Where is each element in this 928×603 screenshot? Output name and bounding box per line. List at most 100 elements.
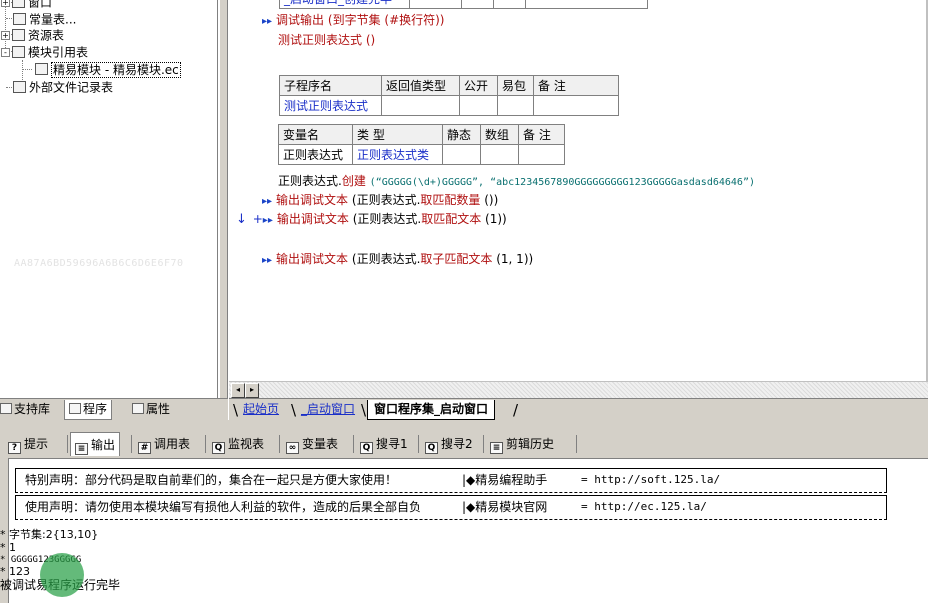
vertical-splitter[interactable] (219, 0, 228, 398)
tree-item-window[interactable]: + 窗口 (1, 0, 52, 10)
code-line-create[interactable]: 正则表达式.创建 (“GGGGG(\d+)GGGGG”, “abc1234567… (278, 173, 755, 189)
notice-site: |◆精易编程助手 (462, 473, 548, 487)
code-func: 输出调试文本 (276, 252, 349, 266)
notice-site: |◆精易模块官网 (462, 500, 548, 514)
resources-icon (12, 29, 25, 41)
tab-window-assembly[interactable]: 窗口程序集_启动窗口 (367, 400, 496, 420)
col-header: 公开 (459, 75, 498, 96)
tree-item-constants[interactable]: 常量表... (13, 11, 76, 27)
search-icon: Q (425, 442, 438, 454)
tab-variable-table[interactable]: ∞ 变量表 (282, 432, 342, 456)
code-call-text: 测试正则表达式 () (278, 33, 376, 47)
notice-url[interactable]: = http://soft.125.la/ (581, 469, 720, 491)
expand-toggle[interactable]: + (1, 31, 10, 40)
notice-row: 特别声明：部分代码是取自前辈们的，集合在一起只是方便大家使用！ |◆精易编程助手… (15, 468, 887, 493)
module-file-icon (35, 63, 48, 75)
horizontal-scrollbar[interactable]: ◂ ▸ (229, 381, 928, 398)
library-icon (0, 403, 12, 414)
notice-row: 使用声明：请勿使用本模块编写有损他人利益的软件，造成的后果全部自负 |◆精易模块… (15, 495, 887, 520)
output-icon: ≡ (75, 443, 88, 455)
code-object: (正则表达式. (352, 212, 422, 226)
tab-search-1[interactable]: Q 搜寻1 (356, 432, 412, 456)
tab-label: 监视表 (228, 437, 265, 451)
code-method: 创建 (341, 174, 366, 188)
code-method: 取匹配文本 (421, 212, 482, 226)
col-header: 变量名 (278, 124, 353, 145)
scroll-left-button[interactable]: ◂ (231, 383, 245, 398)
code-line-output-2[interactable]: ↓ +▸▸ 输出调试文本 (正则表达式.取匹配文本 (1)) (236, 211, 507, 227)
watermark-hex-text: AA87A6BD59696A6B6C6D6E6F70 (14, 258, 184, 269)
tab-watch-table[interactable]: Q 监视表 (208, 432, 268, 456)
output-line: * 字节集:2{13,10} (0, 528, 99, 541)
tab-program[interactable]: 程序 (64, 400, 113, 420)
output-panel[interactable]: 特别声明：部分代码是取自前辈们的，集合在一起只是方便大家使用！ |◆精易编程助手… (8, 458, 928, 603)
tab-clip-history[interactable]: ≡ 剪辑历史 (486, 432, 558, 456)
code-args: (到字节集 (#换行符)) (327, 13, 445, 27)
project-tree-panel: + 窗口 常量表... + 资源表 - 模块引用表 精易模块 - 精易模块.ec 外部… (0, 0, 218, 398)
tab-label: 搜寻2 (441, 437, 473, 451)
code-method: 取子匹配文本 (420, 252, 493, 266)
constants-icon (13, 13, 26, 25)
col-header: 备 注 (518, 124, 565, 145)
variable-icon: ∞ (286, 442, 299, 454)
flow-arrow-icon: ▸▸ (262, 196, 273, 207)
tab-hint[interactable]: ? 提示 (4, 432, 52, 456)
tree-item-external-files[interactable]: 外部文件记录表 (13, 79, 113, 95)
tab-start-page[interactable]: 起始页 (237, 400, 285, 420)
watch-icon: Q (212, 442, 225, 454)
document-tabs: \ 起始页 \ _启动窗口 \ 窗口程序集_启动窗口 / (229, 398, 928, 420)
tab-label: 输出 (91, 438, 116, 452)
tree-item-resources[interactable]: + 资源表 (1, 27, 64, 43)
subroutine-name-cell[interactable]: 测试正则表达式 (279, 95, 382, 116)
tab-properties[interactable]: 属性 (128, 400, 174, 420)
variable-name-cell[interactable]: 正则表达式 (278, 144, 353, 165)
tree-item-label: 资源表 (28, 28, 65, 43)
tab-call-table[interactable]: # 调用表 (134, 432, 194, 456)
tree-item-module-refs[interactable]: - 模块引用表 (1, 44, 88, 60)
tab-label: 属性 (146, 402, 171, 416)
notice-url[interactable]: = http://ec.125.la/ (581, 496, 707, 518)
code-editor[interactable]: _启动窗口_创建完毕 ▸▸调试输出 (到字节集 (#换行符)) 测试正则表达式 … (229, 0, 928, 381)
breakpoint-arrow-icon[interactable]: ↓ (236, 212, 247, 227)
tab-search-2[interactable]: Q 搜寻2 (421, 432, 477, 456)
col-header: 备 注 (533, 75, 619, 96)
scroll-right-button[interactable]: ▸ (245, 383, 259, 398)
tab-support-library[interactable]: 支持库 (0, 400, 54, 420)
file-list-icon (13, 81, 26, 93)
col-header: 静态 (442, 124, 481, 145)
tree-item-module-file[interactable]: 精易模块 - 精易模块.ec (35, 61, 181, 78)
col-header: 子程序名 (279, 75, 382, 96)
code-args: (1)) (485, 212, 507, 226)
call-table-icon: # (138, 442, 151, 454)
code-line-debug-output[interactable]: ▸▸ 调试输出 (到字节集 (#换行符)) (262, 12, 445, 28)
event-cell[interactable]: _启动窗口_创建完毕 (279, 0, 410, 9)
tab-label: 剪辑历史 (506, 437, 555, 451)
left-panel-tabs: 支持库 程序 属性 (0, 398, 228, 420)
tree-item-label: 常量表... (29, 12, 77, 27)
variable-type-cell[interactable]: 正则表达式类 (352, 144, 443, 165)
clipboard-icon: ≡ (490, 442, 503, 454)
expand-plus-icon[interactable]: + (253, 212, 263, 226)
window-icon (12, 0, 25, 8)
event-table: _启动窗口_创建完毕 (279, 0, 648, 9)
output-line: * 123 (0, 565, 30, 578)
tab-output[interactable]: ≡ 输出 (70, 432, 121, 456)
program-icon (69, 403, 81, 414)
variable-table: 变量名 类 型 静态 数组 备 注 正则表达式 正则表达式类 (278, 124, 565, 165)
code-line-output-1[interactable]: ▸▸ 输出调试文本 (正则表达式.取匹配数量 ()) (262, 192, 498, 208)
code-args: (“GGGGG(\d+)GGGGG”, “abc1234567890GGGGGG… (369, 177, 755, 188)
collapse-toggle[interactable]: - (1, 48, 10, 57)
code-args: ()) (484, 193, 499, 207)
code-line-output-3[interactable]: ▸▸ 输出调试文本 (正则表达式.取子匹配文本 (1, 1)) (262, 251, 533, 267)
flow-arrow-icon: ▸▸ (262, 215, 273, 226)
code-object: (正则表达式. (351, 193, 421, 207)
properties-icon (132, 403, 144, 414)
code-line-call[interactable]: 测试正则表达式 () (278, 32, 375, 48)
tab-label: 提示 (24, 437, 49, 451)
expand-toggle[interactable]: + (1, 0, 10, 7)
hint-icon: ? (8, 442, 21, 454)
tab-startup-window[interactable]: _启动窗口 (295, 400, 361, 420)
code-object: 正则表达式. (278, 174, 342, 188)
col-header: 易包 (497, 75, 534, 96)
code-args: (1, 1)) (496, 252, 534, 266)
